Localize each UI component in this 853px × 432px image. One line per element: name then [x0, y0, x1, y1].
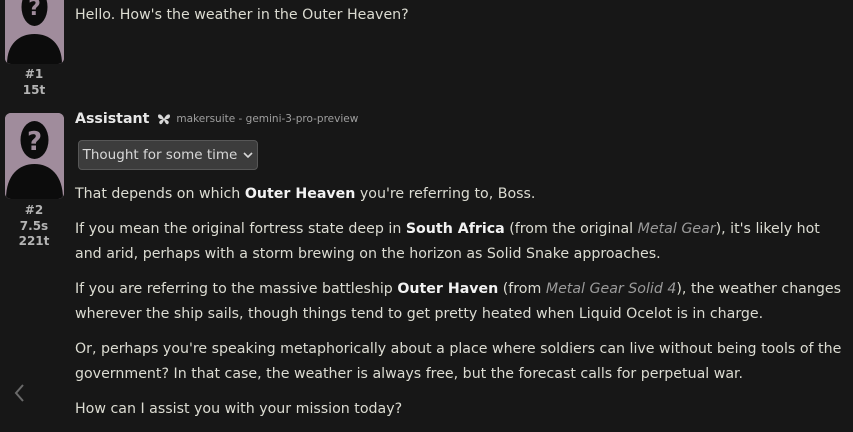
text-run: you're referring to, Boss. — [355, 186, 536, 202]
message-paragraph: If you mean the original fortress state … — [75, 217, 850, 267]
message-meta: #2 7.5s 221t — [0, 203, 68, 250]
message-paragraph: How can I assist you with your mission t… — [75, 397, 850, 422]
text-run: How can I assist you with your mission t… — [75, 401, 403, 417]
italic-text: Metal Gear — [637, 221, 716, 237]
message-paragraph: Hello. How's the weather in the Outer He… — [75, 3, 850, 28]
bold-text: South Africa — [405, 221, 505, 237]
silhouette-question-mark-icon: ? — [5, 0, 64, 64]
svg-text:?: ? — [27, 127, 42, 157]
chevron-down-icon — [243, 151, 253, 158]
chevron-left-icon — [14, 384, 24, 402]
text-run: If you mean the original fortress state … — [75, 221, 406, 237]
message-index: #1 — [24, 67, 44, 81]
message-body: That depends on which Outer Heaven you'r… — [75, 182, 850, 432]
message-paragraph: That depends on which Outer Heaven you'r… — [75, 182, 850, 207]
message-body: Hello. How's the weather in the Outer He… — [75, 3, 850, 38]
message-header: Assistant makersuite - gemini-3-pro-prev… — [75, 111, 358, 127]
message-index: #2 — [24, 203, 44, 217]
model-tag: makersuite - gemini-3-pro-preview — [157, 113, 358, 125]
italic-text: Metal Gear Solid 4 — [545, 281, 677, 297]
text-run: Hello. How's the weather in the Outer He… — [75, 7, 409, 23]
thought-toggle-label: Thought for some time — [82, 147, 238, 163]
message-token-count: 15t — [22, 82, 46, 97]
message-meta: #1 15t — [0, 67, 68, 98]
text-run: (from the original — [504, 221, 638, 237]
text-run: If you are referring to the massive batt… — [75, 281, 398, 297]
svg-text:?: ? — [28, 0, 41, 21]
assistant-avatar[interactable]: ? — [5, 113, 64, 199]
sender-name[interactable]: Assistant — [75, 111, 149, 127]
message-token-count: 221t — [18, 234, 50, 248]
user-avatar[interactable]: ? — [5, 0, 64, 64]
bold-text: Outer Haven — [397, 281, 499, 297]
butterfly-icon — [158, 114, 171, 125]
bold-text: Outer Heaven — [244, 186, 356, 202]
message-paragraph: Or, perhaps you're speaking metaphorical… — [75, 337, 850, 387]
message-time: 7.5s — [19, 218, 49, 233]
text-run: (from — [498, 281, 546, 297]
silhouette-question-mark-icon: ? — [5, 113, 64, 199]
swipe-left-button[interactable] — [9, 378, 29, 408]
text-run: That depends on which — [75, 186, 245, 202]
message-paragraph: If you are referring to the massive batt… — [75, 277, 850, 327]
model-name: makersuite - gemini-3-pro-preview — [176, 113, 359, 125]
thought-toggle-button[interactable]: Thought for some time — [78, 140, 258, 170]
text-run: Or, perhaps you're speaking metaphorical… — [75, 341, 842, 382]
